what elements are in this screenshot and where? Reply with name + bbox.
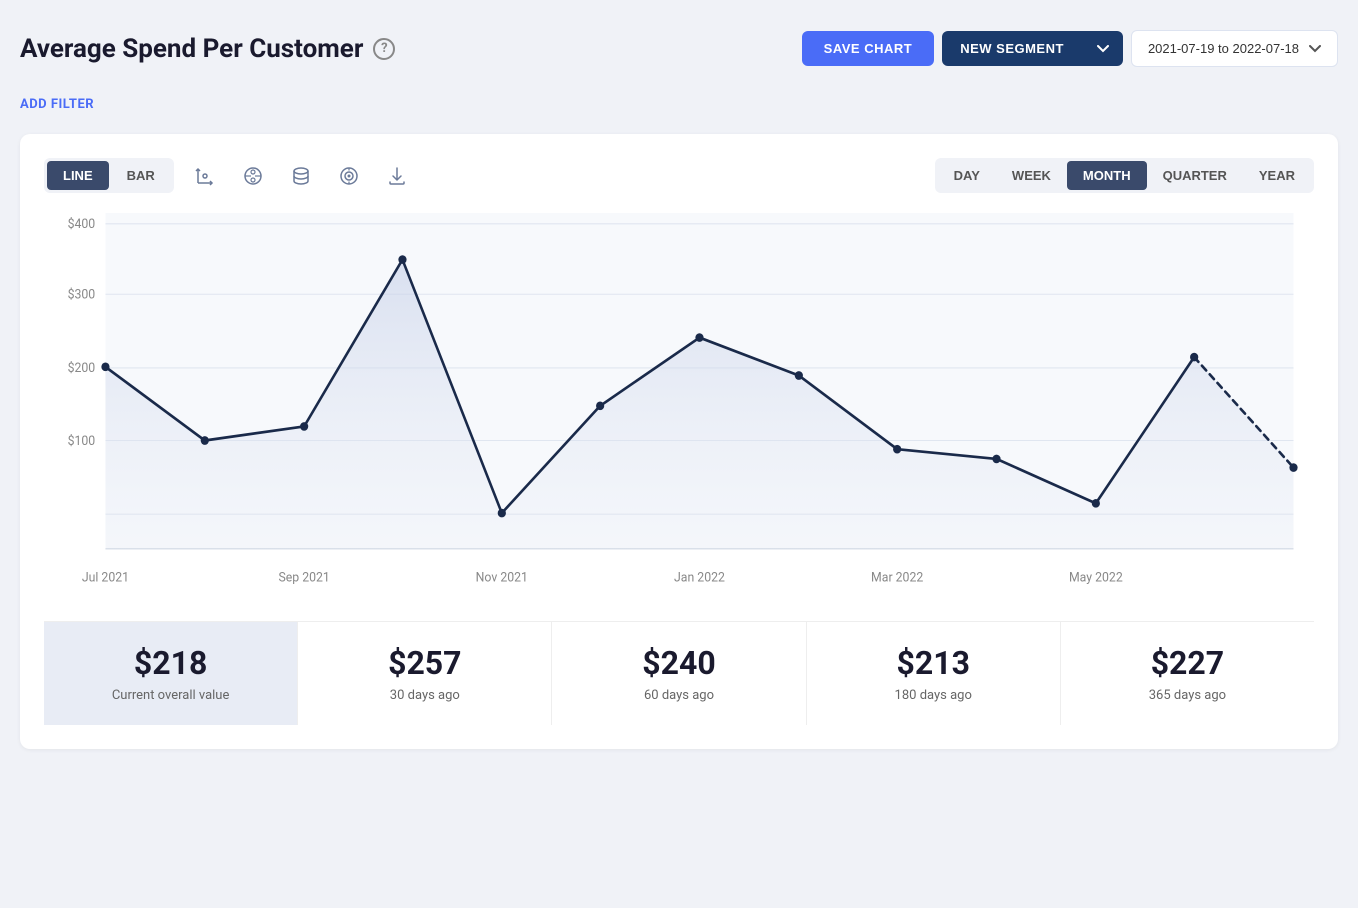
stat-180d-label: 180 days ago (827, 688, 1040, 703)
svg-text:$200: $200 (68, 361, 96, 376)
stat-current: $218 Current overall value (44, 622, 298, 725)
stat-180d-value: $213 (827, 644, 1040, 682)
stat-60d-value: $240 (572, 644, 785, 682)
stat-30d: $257 30 days ago (298, 622, 552, 725)
chart-type-bar[interactable]: BAR (111, 161, 171, 190)
save-chart-button[interactable]: SAVE CHART (802, 31, 935, 66)
stat-365d-label: 365 days ago (1081, 688, 1294, 703)
chart-controls-left: LINE BAR (44, 158, 414, 193)
header-left: Average Spend Per Customer ? (20, 34, 395, 64)
page-header: Average Spend Per Customer ? SAVE CHART … (20, 20, 1338, 77)
period-month[interactable]: MONTH (1067, 161, 1147, 190)
filter-icon-button[interactable] (236, 161, 270, 191)
svg-text:Jul 2021: Jul 2021 (82, 570, 129, 585)
svg-text:$300: $300 (68, 287, 96, 302)
period-quarter[interactable]: QUARTER (1147, 161, 1243, 190)
period-week[interactable]: WEEK (996, 161, 1067, 190)
stat-current-label: Current overall value (64, 688, 277, 703)
svg-text:Jan 2022: Jan 2022 (674, 570, 725, 585)
stat-60d-label: 60 days ago (572, 688, 785, 703)
stats-row: $218 Current overall value $257 30 days … (44, 621, 1314, 725)
stat-30d-label: 30 days ago (318, 688, 531, 703)
date-range-text: 2021-07-19 to 2022-07-18 (1148, 41, 1299, 56)
period-group: DAY WEEK MONTH QUARTER YEAR (935, 158, 1314, 193)
date-range-button[interactable]: 2021-07-19 to 2022-07-18 (1131, 30, 1338, 67)
svg-text:Nov 2021: Nov 2021 (476, 570, 528, 585)
chart-type-line[interactable]: LINE (47, 161, 109, 190)
stat-current-value: $218 (64, 644, 277, 682)
svg-text:Sep 2021: Sep 2021 (278, 570, 329, 585)
add-filter-button[interactable]: ADD FILTER (20, 93, 1338, 116)
svg-text:Mar 2022: Mar 2022 (871, 570, 923, 585)
stat-365d-value: $227 (1081, 644, 1294, 682)
svg-text:$100: $100 (68, 434, 96, 449)
period-year[interactable]: YEAR (1243, 161, 1311, 190)
axes-icon-button[interactable] (188, 161, 222, 191)
new-segment-label: NEW SEGMENT (942, 41, 1082, 56)
svg-text:May 2022: May 2022 (1069, 570, 1123, 585)
chart-area: $400 $300 $200 $100 (44, 213, 1314, 603)
chart-type-group: LINE BAR (44, 158, 174, 193)
svg-text:$400: $400 (68, 217, 96, 232)
stat-30d-value: $257 (318, 644, 531, 682)
period-day[interactable]: DAY (938, 161, 996, 190)
help-icon[interactable]: ? (373, 38, 395, 60)
page-container: Average Spend Per Customer ? SAVE CHART … (20, 20, 1338, 749)
header-right: SAVE CHART NEW SEGMENT 2021-07-19 to 202… (802, 30, 1338, 67)
target-icon-button[interactable] (332, 161, 366, 191)
stat-180d: $213 180 days ago (807, 622, 1061, 725)
chart-controls: LINE BAR (44, 158, 1314, 193)
page-title: Average Spend Per Customer (20, 34, 363, 64)
new-segment-button[interactable]: NEW SEGMENT (942, 31, 1123, 66)
download-icon-button[interactable] (380, 161, 414, 191)
stat-365d: $227 365 days ago (1061, 622, 1314, 725)
chart-svg: $400 $300 $200 $100 (44, 213, 1314, 603)
chart-card: LINE BAR (20, 134, 1338, 749)
stack-icon-button[interactable] (284, 161, 318, 191)
chevron-down-icon[interactable] (1083, 45, 1123, 53)
stat-60d: $240 60 days ago (552, 622, 806, 725)
